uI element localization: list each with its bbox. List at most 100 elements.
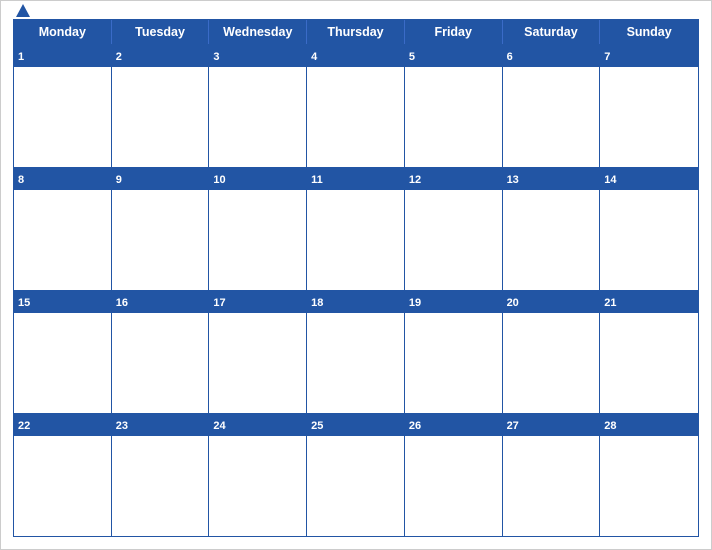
day-cell-4: 4 (307, 45, 405, 167)
day-content-12 (405, 190, 502, 290)
day-cell-11: 11 (307, 168, 405, 290)
day-content-8 (14, 190, 111, 290)
day-cell-13: 13 (503, 168, 601, 290)
day-number-16: 16 (116, 297, 128, 309)
logo-area (13, 3, 31, 19)
day-content-19 (405, 313, 502, 413)
day-number-3: 3 (213, 51, 219, 63)
day-content-15 (14, 313, 111, 413)
day-number-17: 17 (213, 297, 225, 309)
day-content-2 (112, 67, 209, 167)
day-cell-24: 24 (209, 414, 307, 536)
day-cell-22: 22 (14, 414, 112, 536)
day-number-8: 8 (18, 174, 24, 186)
day-number-20: 20 (507, 297, 519, 309)
calendar-grid: MondayTuesdayWednesdayThursdayFridaySatu… (13, 19, 699, 537)
day-content-11 (307, 190, 404, 290)
day-header-sunday: Sunday (600, 20, 698, 44)
day-number-12: 12 (409, 174, 421, 186)
day-cell-1: 1 (14, 45, 112, 167)
day-number-26: 26 (409, 420, 421, 432)
day-cell-28: 28 (600, 414, 698, 536)
day-header-monday: Monday (14, 20, 112, 44)
day-cell-2: 2 (112, 45, 210, 167)
day-number-5: 5 (409, 51, 415, 63)
day-header-friday: Friday (405, 20, 503, 44)
day-cell-17: 17 (209, 291, 307, 413)
day-content-23 (112, 436, 209, 536)
day-number-9: 9 (116, 174, 122, 186)
day-number-6: 6 (507, 51, 513, 63)
day-content-18 (307, 313, 404, 413)
day-cell-10: 10 (209, 168, 307, 290)
day-headers: MondayTuesdayWednesdayThursdayFridaySatu… (14, 20, 698, 44)
day-cell-15: 15 (14, 291, 112, 413)
day-header-tuesday: Tuesday (112, 20, 210, 44)
day-number-7: 7 (604, 51, 610, 63)
day-content-27 (503, 436, 600, 536)
week-row-3: 15 16 17 18 19 20 21 (14, 290, 698, 413)
day-number-19: 19 (409, 297, 421, 309)
logo-icon (15, 3, 31, 19)
day-content-6 (503, 67, 600, 167)
day-cell-12: 12 (405, 168, 503, 290)
day-number-14: 14 (604, 174, 616, 186)
day-cell-8: 8 (14, 168, 112, 290)
day-cell-27: 27 (503, 414, 601, 536)
day-number-10: 10 (213, 174, 225, 186)
day-cell-21: 21 (600, 291, 698, 413)
day-content-7 (600, 67, 698, 167)
day-number-24: 24 (213, 420, 225, 432)
day-header-thursday: Thursday (307, 20, 405, 44)
day-content-26 (405, 436, 502, 536)
day-number-22: 22 (18, 420, 30, 432)
week-row-4: 22 23 24 25 26 27 28 (14, 413, 698, 536)
day-cell-26: 26 (405, 414, 503, 536)
day-content-21 (600, 313, 698, 413)
day-number-23: 23 (116, 420, 128, 432)
day-cell-14: 14 (600, 168, 698, 290)
day-content-28 (600, 436, 698, 536)
day-number-27: 27 (507, 420, 519, 432)
day-content-22 (14, 436, 111, 536)
day-cell-5: 5 (405, 45, 503, 167)
day-cell-3: 3 (209, 45, 307, 167)
day-number-25: 25 (311, 420, 323, 432)
day-cell-25: 25 (307, 414, 405, 536)
day-content-13 (503, 190, 600, 290)
day-number-13: 13 (507, 174, 519, 186)
day-number-18: 18 (311, 297, 323, 309)
day-header-wednesday: Wednesday (209, 20, 307, 44)
day-cell-19: 19 (405, 291, 503, 413)
day-content-25 (307, 436, 404, 536)
day-content-24 (209, 436, 306, 536)
day-number-21: 21 (604, 297, 616, 309)
day-number-1: 1 (18, 51, 24, 63)
logo-blue-text (13, 3, 31, 19)
day-number-11: 11 (311, 174, 323, 186)
day-content-20 (503, 313, 600, 413)
day-number-28: 28 (604, 420, 616, 432)
week-row-2: 8 9 10 11 12 13 14 (14, 167, 698, 290)
day-cell-23: 23 (112, 414, 210, 536)
day-cell-6: 6 (503, 45, 601, 167)
calendar-wrapper: MondayTuesdayWednesdayThursdayFridaySatu… (0, 0, 712, 550)
week-row-1: 1 2 3 4 5 6 7 (14, 44, 698, 167)
day-content-3 (209, 67, 306, 167)
day-content-17 (209, 313, 306, 413)
day-content-1 (14, 67, 111, 167)
day-cell-16: 16 (112, 291, 210, 413)
day-cell-18: 18 (307, 291, 405, 413)
day-cell-9: 9 (112, 168, 210, 290)
day-number-15: 15 (18, 297, 30, 309)
day-number-4: 4 (311, 51, 317, 63)
day-cell-20: 20 (503, 291, 601, 413)
day-cell-7: 7 (600, 45, 698, 167)
day-number-2: 2 (116, 51, 122, 63)
day-content-14 (600, 190, 698, 290)
day-content-9 (112, 190, 209, 290)
day-content-10 (209, 190, 306, 290)
day-content-5 (405, 67, 502, 167)
day-content-4 (307, 67, 404, 167)
day-content-16 (112, 313, 209, 413)
